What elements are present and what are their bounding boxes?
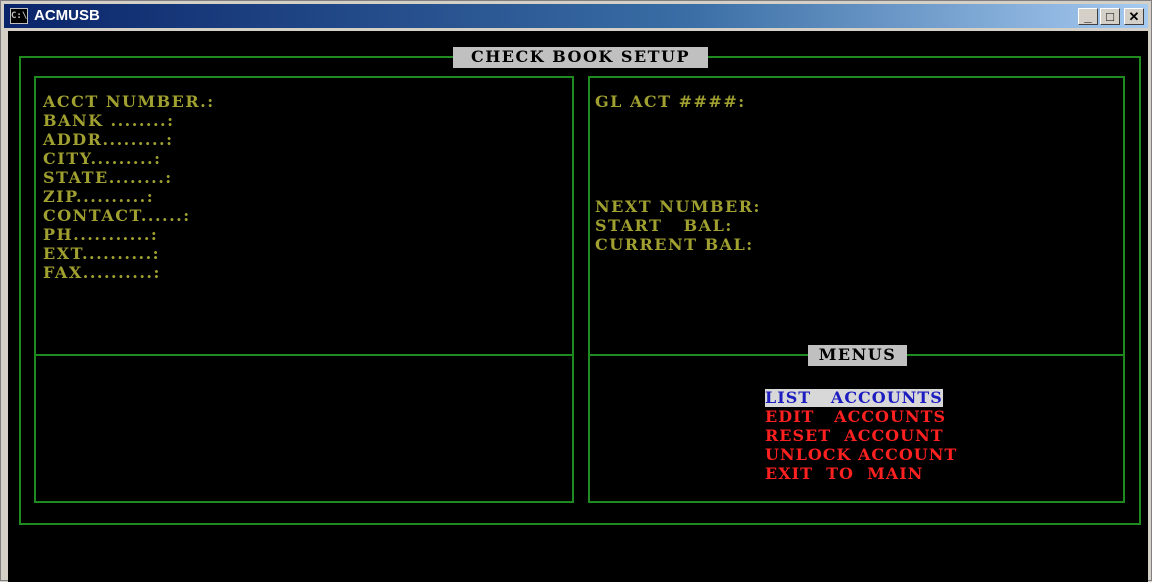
- ext-label: EXT..........:: [43, 244, 161, 263]
- addr-label: ADDR.........:: [43, 130, 174, 149]
- phone-label: PH...........:: [43, 225, 159, 244]
- left-panel-bottom: [34, 501, 574, 503]
- menu-edit-accounts[interactable]: EDIT ACCOUNTS: [765, 408, 946, 426]
- menu-exit-to-main[interactable]: EXIT TO MAIN: [765, 465, 923, 483]
- gl-act-label: GL ACT ####:: [595, 92, 746, 111]
- left-panel-right: [572, 76, 574, 503]
- close-button[interactable]: ✕: [1124, 8, 1144, 25]
- minimize-button[interactable]: _: [1078, 8, 1098, 25]
- right-panel-top: [588, 76, 1125, 78]
- zip-label: ZIP..........:: [43, 187, 155, 206]
- right-panel-bottom: [588, 501, 1125, 503]
- current-bal-label: CURRENT BAL:: [595, 235, 754, 254]
- next-number-label: NEXT NUMBER:: [595, 197, 761, 216]
- console-icon[interactable]: C:\: [10, 8, 28, 24]
- outer-frame-right: [1139, 56, 1141, 525]
- right-panel-left: [588, 76, 590, 503]
- console-window: C:\ ACMUSB _ □ ✕ CHECK BOOK SETUP ACCT N…: [0, 0, 1152, 582]
- right-panel-right: [1123, 76, 1125, 503]
- outer-frame-left: [19, 56, 21, 525]
- menu-reset-account[interactable]: RESET ACCOUNT: [765, 427, 944, 445]
- title-bar[interactable]: C:\ ACMUSB _ □ ✕: [4, 4, 1148, 28]
- screen-header: CHECK BOOK SETUP: [453, 47, 708, 68]
- console-screen[interactable]: CHECK BOOK SETUP ACCT NUMBER.: BANK ....…: [8, 31, 1148, 582]
- fax-label: FAX..........:: [43, 263, 161, 282]
- city-label: CITY.........:: [43, 149, 162, 168]
- acct-number-label: ACCT NUMBER.:: [43, 92, 215, 111]
- contact-label: CONTACT......:: [43, 206, 191, 225]
- outer-frame-bottom: [19, 523, 1141, 525]
- window-title: ACMUSB: [34, 7, 100, 24]
- menus-header: MENUS: [808, 345, 907, 366]
- left-panel-divider: [34, 354, 574, 356]
- bank-label: BANK ........:: [43, 111, 175, 130]
- menu-list-accounts[interactable]: LIST ACCOUNTS: [765, 389, 943, 407]
- left-panel-top: [34, 76, 574, 78]
- maximize-button[interactable]: □: [1100, 8, 1120, 25]
- left-panel-left: [34, 76, 36, 503]
- state-label: STATE........:: [43, 168, 173, 187]
- menu-unlock-account[interactable]: UNLOCK ACCOUNT: [765, 446, 957, 464]
- start-bal-label: START BAL:: [595, 216, 733, 235]
